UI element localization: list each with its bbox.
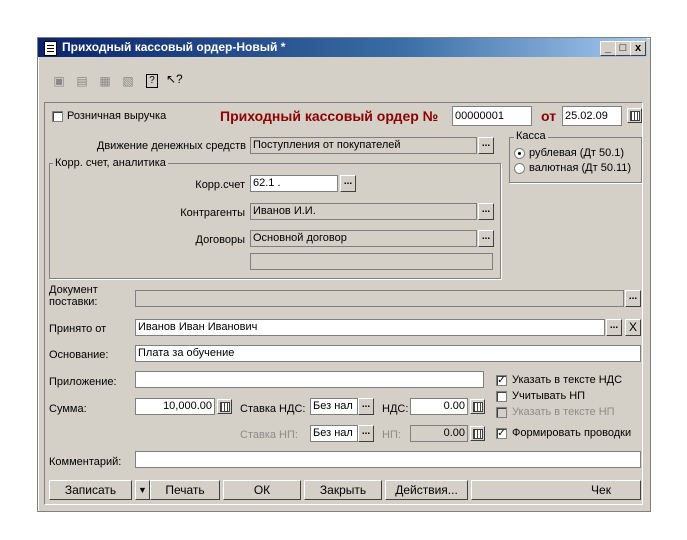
comment-label: Комментарий: — [49, 456, 122, 468]
cash-group — [509, 137, 642, 183]
cash-rub-label: рублевая (Дт 50.1) — [529, 147, 625, 159]
cash-rub-radio[interactable] — [514, 148, 525, 159]
np-rate-select-button: ... — [358, 425, 374, 442]
help-icon[interactable]: ? — [146, 74, 158, 88]
counterparty-field[interactable]: Иванов И.И. — [250, 203, 477, 220]
make-entries-label: Формировать проводки — [512, 427, 632, 439]
comment-field[interactable] — [135, 451, 641, 468]
new-doc-icon[interactable]: ▣ — [52, 74, 66, 88]
calendar-icon[interactable] — [627, 108, 642, 123]
window-title: Приходный кассовый ордер-Новый * — [62, 40, 286, 54]
print-button[interactable]: Печать — [150, 480, 220, 500]
close-form-button[interactable]: Закрыть — [304, 480, 382, 500]
extra-analytics-field[interactable] — [250, 253, 493, 270]
account-label: Корр.счет — [195, 179, 245, 191]
clear-icon[interactable]: X — [625, 319, 641, 336]
make-entries-checkbox[interactable]: ✓ — [496, 428, 507, 439]
vat-field[interactable]: 0.00 — [410, 398, 468, 415]
supply-doc-label-2: поставки: — [49, 296, 98, 308]
np-calculator-icon — [470, 426, 485, 441]
vat-calculator-icon[interactable] — [470, 399, 485, 414]
from-label: от — [541, 108, 557, 124]
sum-field[interactable]: 10,000.00 — [135, 398, 215, 415]
attachment-field[interactable] — [135, 371, 484, 388]
document-title: Приходный кассовый ордер № — [220, 108, 439, 124]
retail-checkbox[interactable] — [52, 111, 63, 122]
document-icon — [44, 41, 57, 56]
close-button[interactable]: x — [630, 41, 646, 56]
receipt-button[interactable]: Чек — [471, 480, 641, 500]
vat-in-text-label: Указать в тексте НДС — [512, 374, 623, 386]
print-menu-button[interactable]: ▼ — [135, 480, 150, 500]
account-np-label: Учитывать НП — [512, 390, 586, 402]
edit-doc-icon[interactable]: ▦ — [98, 74, 112, 88]
actions-button[interactable]: Действия... — [385, 480, 468, 500]
retail-label: Розничная выручка — [67, 110, 167, 122]
received-from-label: Принято от — [49, 323, 107, 335]
counterparty-select-button[interactable]: ... — [478, 203, 494, 220]
supply-doc-select-button[interactable]: ... — [625, 290, 641, 307]
contract-select-button[interactable]: ... — [478, 230, 494, 247]
copy-doc-icon[interactable]: ▤ — [75, 74, 89, 88]
account-field[interactable]: 62.1 . — [250, 175, 338, 192]
np-field: 0.00 — [410, 425, 468, 442]
basis-field[interactable]: Плата за обучение — [135, 345, 641, 362]
np-in-text-checkbox — [496, 407, 507, 418]
vat-rate-select-button[interactable]: ... — [358, 398, 374, 415]
corr-group-title: Корр. счет, аналитика — [53, 157, 168, 169]
received-from-select-button[interactable]: ... — [606, 319, 622, 336]
account-select-button[interactable]: ... — [340, 175, 356, 192]
maximize-button[interactable]: □ — [615, 41, 631, 56]
title-bar[interactable]: Приходный кассовый ордер-Новый * _ □ x — [38, 38, 647, 57]
received-from-field[interactable]: Иванов Иван Иванович — [135, 319, 605, 336]
movement-select-button[interactable]: ... — [478, 137, 494, 154]
supply-doc-field[interactable] — [135, 290, 624, 307]
save-button[interactable]: Записать — [49, 480, 132, 500]
ok-button[interactable]: ОК — [223, 480, 301, 500]
cash-group-title: Касса — [514, 130, 548, 142]
whats-this-icon[interactable]: ↖? — [166, 72, 183, 86]
cash-val-radio[interactable] — [514, 163, 525, 174]
minimize-button[interactable]: _ — [600, 41, 616, 56]
doc-number-field[interactable]: 00000001 — [452, 106, 532, 126]
delete-doc-icon[interactable]: ▧ — [121, 74, 135, 88]
contract-label: Договоры — [195, 234, 245, 246]
vat-rate-label: Ставка НДС: — [240, 403, 306, 415]
cash-val-label: валютная (Дт 50.11) — [529, 162, 632, 174]
movement-label: Движение денежных средств — [96, 140, 246, 152]
contract-field[interactable]: Основной договор — [250, 230, 477, 247]
np-rate-field: Без нал — [310, 425, 358, 442]
sum-label: Сумма: — [49, 403, 87, 415]
vat-in-text-checkbox[interactable]: ✓ — [496, 375, 507, 386]
np-in-text-label: Указать в тексте НП — [512, 406, 615, 418]
doc-date-field[interactable]: 25.02.09 — [562, 106, 622, 126]
movement-field[interactable]: Поступления от покупателей — [250, 137, 477, 154]
np-rate-label: Ставка НП: — [240, 429, 298, 441]
supply-doc-label-1: Документ — [49, 284, 98, 296]
vat-rate-field[interactable]: Без нал — [310, 398, 358, 415]
calculator-icon[interactable] — [217, 399, 232, 414]
np-label: НП: — [382, 429, 401, 441]
basis-label: Основание: — [49, 349, 109, 361]
attachment-label: Приложение: — [49, 376, 117, 388]
account-np-checkbox[interactable] — [496, 391, 507, 402]
counterparty-label: Контрагенты — [180, 207, 245, 219]
vat-label: НДС: — [382, 403, 409, 415]
